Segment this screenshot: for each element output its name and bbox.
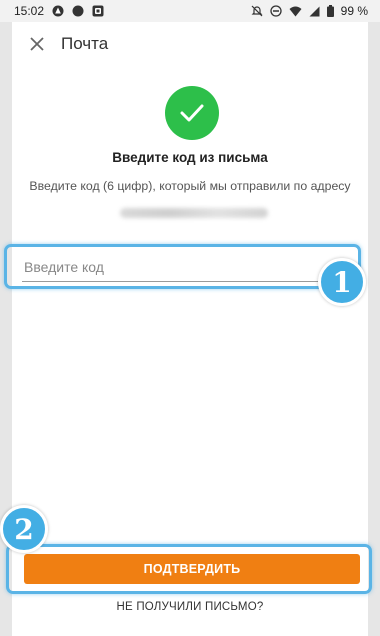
close-button[interactable] <box>26 33 48 55</box>
mute-icon <box>251 5 263 17</box>
status-left-group: 15:02 <box>14 4 104 18</box>
signal-icon <box>309 6 320 17</box>
resend-link[interactable]: НЕ ПОЛУЧИЛИ ПИСЬМО? <box>0 601 380 613</box>
step-badge-2: 2 <box>0 505 48 553</box>
dnd-icon <box>269 5 282 17</box>
screenshot-icon <box>92 5 104 17</box>
instruction-text: Введите код (6 цифр), который мы отправи… <box>29 179 351 193</box>
battery-icon <box>326 5 334 17</box>
close-icon[interactable] <box>26 33 48 55</box>
success-badge <box>165 86 219 140</box>
heading: Введите код из письма <box>112 150 268 165</box>
input-highlight-frame <box>4 244 361 289</box>
step-badge-1: 1 <box>318 258 366 306</box>
wifi-icon <box>289 6 302 17</box>
button-highlight-frame <box>6 544 372 594</box>
page-title: Почта <box>61 34 109 53</box>
status-right-group: 99 % <box>251 4 368 18</box>
toolbar: Почта <box>12 22 368 66</box>
battery-percent: 99 % <box>340 4 368 18</box>
checkmark-icon <box>180 104 204 122</box>
right-background <box>368 0 380 636</box>
record-icon <box>72 5 84 17</box>
status-time: 15:02 <box>14 4 45 18</box>
status-bar: 15:02 99 % <box>0 0 380 22</box>
screen: Почта Введите код из письма Введите код … <box>4 22 372 636</box>
blurred-email-address <box>120 208 268 218</box>
app-icon <box>52 5 64 17</box>
